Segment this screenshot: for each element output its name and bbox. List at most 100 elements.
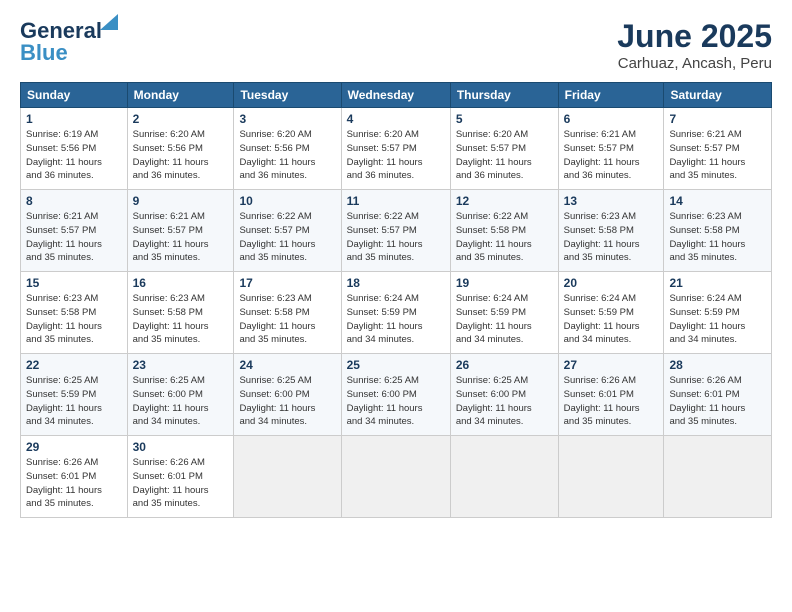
calendar-cell: 14 Sunrise: 6:23 AMSunset: 5:58 PMDayligh… [664, 190, 772, 272]
calendar-cell: 12Sunrise: 6:22 AMSunset: 5:58 PMDayligh… [450, 190, 558, 272]
day-number: 16 [133, 276, 229, 290]
calendar-header-tuesday: Tuesday [234, 83, 341, 108]
calendar-cell: 1Sunrise: 6:19 AMSunset: 5:56 PMDaylight… [21, 108, 128, 190]
calendar-cell: 11 Sunrise: 6:22 AMSunset: 5:57 PMDayligh… [341, 190, 450, 272]
calendar-header-monday: Monday [127, 83, 234, 108]
day-info: Sunrise: 6:21 AMSunset: 5:57 PMDaylight:… [669, 128, 766, 183]
subtitle: Carhuaz, Ancash, Peru [617, 55, 772, 72]
day-info: Sunrise: 6:25 AMSunset: 6:00 PMDaylight:… [239, 374, 335, 429]
day-info: Sunrise: 6:23 AMSunset: 5:58 PMDaylight:… [239, 292, 335, 347]
day-info: Sunrise: 6:20 AMSunset: 5:56 PMDaylight:… [239, 128, 335, 183]
calendar-header-saturday: Saturday [664, 83, 772, 108]
day-info: Sunrise: 6:25 AMSunset: 6:00 PMDaylight:… [456, 374, 553, 429]
day-info: Sunrise: 6:21 AMSunset: 5:57 PMDaylight:… [133, 210, 229, 265]
calendar-cell: 7 Sunrise: 6:21 AMSunset: 5:57 PMDaylight… [664, 108, 772, 190]
calendar-week-2: 8Sunrise: 6:21 AMSunset: 5:57 PMDaylight… [21, 190, 772, 272]
day-number: 15 [26, 276, 122, 290]
calendar-header-thursday: Thursday [450, 83, 558, 108]
calendar-cell: 21Sunrise: 6:24 AMSunset: 5:59 PMDayligh… [664, 272, 772, 354]
calendar-cell [558, 436, 664, 518]
day-number: 25 [347, 358, 445, 372]
day-number: 5 [456, 112, 553, 126]
main-title: June 2025 [617, 18, 772, 55]
day-number: 23 [133, 358, 229, 372]
calendar-header-sunday: Sunday [21, 83, 128, 108]
calendar-cell [341, 436, 450, 518]
day-number: 30 [133, 440, 229, 454]
logo-general: General [20, 18, 102, 43]
day-info: Sunrise: 6:26 AMSunset: 6:01 PMDaylight:… [26, 456, 122, 511]
day-info: Sunrise: 6:26 AMSunset: 6:01 PMDaylight:… [133, 456, 229, 511]
logo: General Blue [20, 18, 102, 66]
calendar-cell: 25Sunrise: 6:25 AMSunset: 6:00 PMDayligh… [341, 354, 450, 436]
calendar-cell: 18 Sunrise: 6:24 AMSunset: 5:59 PMDayligh… [341, 272, 450, 354]
header: General Blue June 2025 Carhuaz, Ancash, … [20, 18, 772, 72]
day-info: Sunrise: 6:22 AMSunset: 5:57 PMDaylight:… [347, 210, 445, 265]
calendar-cell: 5 Sunrise: 6:20 AMSunset: 5:57 PMDaylight… [450, 108, 558, 190]
day-info: Sunrise: 6:25 AMSunset: 6:00 PMDaylight:… [133, 374, 229, 429]
day-number: 24 [239, 358, 335, 372]
calendar-cell [664, 436, 772, 518]
day-number: 26 [456, 358, 553, 372]
day-info: Sunrise: 6:21 AMSunset: 5:57 PMDaylight:… [26, 210, 122, 265]
day-number: 14 [669, 194, 766, 208]
calendar-cell: 4 Sunrise: 6:20 AMSunset: 5:57 PMDaylight… [341, 108, 450, 190]
day-number: 18 [347, 276, 445, 290]
day-number: 4 [347, 112, 445, 126]
calendar-cell: 24 Sunrise: 6:25 AMSunset: 6:00 PMDayligh… [234, 354, 341, 436]
logo-triangle-icon [100, 14, 118, 30]
day-info: Sunrise: 6:23 AMSunset: 5:58 PMDaylight:… [669, 210, 766, 265]
day-info: Sunrise: 6:23 AMSunset: 5:58 PMDaylight:… [26, 292, 122, 347]
calendar-cell: 15 Sunrise: 6:23 AMSunset: 5:58 PMDayligh… [21, 272, 128, 354]
calendar-cell: 30 Sunrise: 6:26 AMSunset: 6:01 PMDayligh… [127, 436, 234, 518]
day-info: Sunrise: 6:22 AMSunset: 5:58 PMDaylight:… [456, 210, 553, 265]
calendar-week-5: 29 Sunrise: 6:26 AMSunset: 6:01 PMDayligh… [21, 436, 772, 518]
calendar-cell: 13Sunrise: 6:23 AMSunset: 5:58 PMDayligh… [558, 190, 664, 272]
day-number: 2 [133, 112, 229, 126]
calendar-cell: 27 Sunrise: 6:26 AMSunset: 6:01 PMDayligh… [558, 354, 664, 436]
day-info: Sunrise: 6:26 AMSunset: 6:01 PMDaylight:… [669, 374, 766, 429]
day-number: 21 [669, 276, 766, 290]
day-info: Sunrise: 6:20 AMSunset: 5:57 PMDaylight:… [456, 128, 553, 183]
calendar-header-wednesday: Wednesday [341, 83, 450, 108]
day-number: 6 [564, 112, 659, 126]
calendar-cell: 20 Sunrise: 6:24 AMSunset: 5:59 PMDayligh… [558, 272, 664, 354]
calendar-week-1: 1Sunrise: 6:19 AMSunset: 5:56 PMDaylight… [21, 108, 772, 190]
day-number: 11 [347, 194, 445, 208]
day-info: Sunrise: 6:24 AMSunset: 5:59 PMDaylight:… [456, 292, 553, 347]
day-number: 22 [26, 358, 122, 372]
calendar-week-3: 15 Sunrise: 6:23 AMSunset: 5:58 PMDayligh… [21, 272, 772, 354]
title-block: June 2025 Carhuaz, Ancash, Peru [617, 18, 772, 72]
day-info: Sunrise: 6:20 AMSunset: 5:56 PMDaylight:… [133, 128, 229, 183]
day-number: 20 [564, 276, 659, 290]
day-info: Sunrise: 6:24 AMSunset: 5:59 PMDaylight:… [347, 292, 445, 347]
calendar-cell [234, 436, 341, 518]
calendar-cell: 10Sunrise: 6:22 AMSunset: 5:57 PMDayligh… [234, 190, 341, 272]
calendar-cell: 6Sunrise: 6:21 AMSunset: 5:57 PMDaylight… [558, 108, 664, 190]
calendar-cell: 23 Sunrise: 6:25 AMSunset: 6:00 PMDayligh… [127, 354, 234, 436]
calendar-cell: 2 Sunrise: 6:20 AMSunset: 5:56 PMDaylight… [127, 108, 234, 190]
day-number: 10 [239, 194, 335, 208]
day-number: 3 [239, 112, 335, 126]
day-info: Sunrise: 6:20 AMSunset: 5:57 PMDaylight:… [347, 128, 445, 183]
calendar-cell: 29 Sunrise: 6:26 AMSunset: 6:01 PMDayligh… [21, 436, 128, 518]
day-info: Sunrise: 6:25 AMSunset: 5:59 PMDaylight:… [26, 374, 122, 429]
day-number: 19 [456, 276, 553, 290]
day-info: Sunrise: 6:19 AMSunset: 5:56 PMDaylight:… [26, 128, 122, 183]
page: General Blue June 2025 Carhuaz, Ancash, … [0, 0, 792, 612]
calendar-cell: 3 Sunrise: 6:20 AMSunset: 5:56 PMDaylight… [234, 108, 341, 190]
day-info: Sunrise: 6:26 AMSunset: 6:01 PMDaylight:… [564, 374, 659, 429]
calendar-cell: 17Sunrise: 6:23 AMSunset: 5:58 PMDayligh… [234, 272, 341, 354]
calendar-cell: 9Sunrise: 6:21 AMSunset: 5:57 PMDaylight… [127, 190, 234, 272]
day-number: 27 [564, 358, 659, 372]
day-info: Sunrise: 6:24 AMSunset: 5:59 PMDaylight:… [564, 292, 659, 347]
calendar-header-friday: Friday [558, 83, 664, 108]
calendar: SundayMondayTuesdayWednesdayThursdayFrid… [20, 82, 772, 518]
day-number: 7 [669, 112, 766, 126]
calendar-cell: 28Sunrise: 6:26 AMSunset: 6:01 PMDayligh… [664, 354, 772, 436]
calendar-cell: 19 Sunrise: 6:24 AMSunset: 5:59 PMDayligh… [450, 272, 558, 354]
calendar-cell: 22 Sunrise: 6:25 AMSunset: 5:59 PMDayligh… [21, 354, 128, 436]
day-number: 13 [564, 194, 659, 208]
calendar-header-row: SundayMondayTuesdayWednesdayThursdayFrid… [21, 83, 772, 108]
day-number: 29 [26, 440, 122, 454]
